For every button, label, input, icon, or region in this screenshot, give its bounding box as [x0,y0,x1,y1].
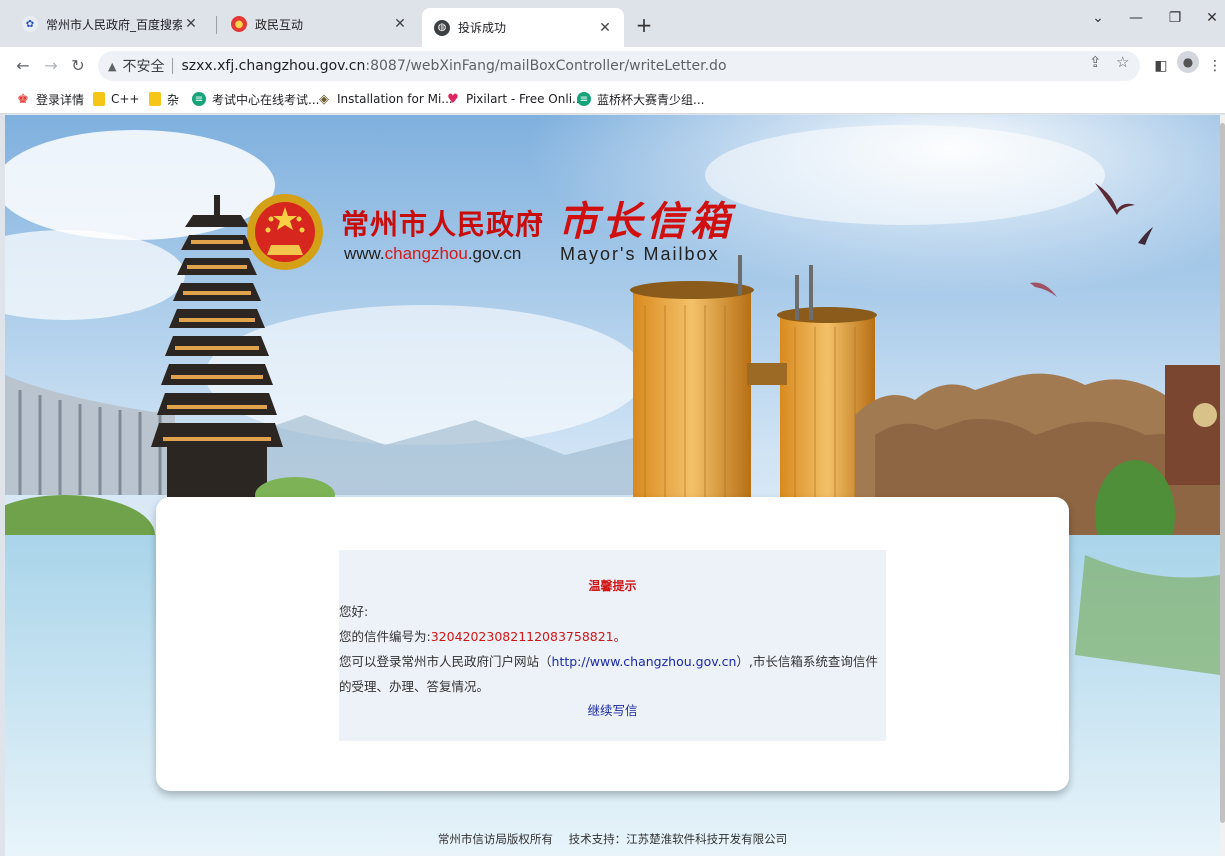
english-subtitle: Mayor's Mailbox [560,244,720,264]
letter-number-line: 您的信件编号为:320420230821120837588​21。 [339,629,627,644]
site-url: www.changzhou.gov.cn [344,244,522,263]
bookmark-star-icon[interactable]: ☆ [1116,53,1129,71]
diamond-icon: ◈ [319,91,329,107]
info-line-2: 的受理、办理、答复情况。 [339,679,490,694]
red-person-icon: ♚ [17,91,29,107]
baidu-paw-icon: ✿ [22,16,38,32]
share-icon[interactable]: ⇪ [1089,53,1102,71]
heart-icon: ♥ [447,91,459,107]
green-exam-icon: ≡ [577,92,591,106]
tab-baidu-search[interactable]: ✿ 常州市人民政府_百度搜索 ✕ [10,8,210,40]
tab-complaint-success[interactable]: ◍ 投诉成功 ✕ [422,8,624,47]
close-icon[interactable]: ✕ [182,15,200,33]
notice-panel: 温馨提示 您好: 您的信件编号为:320420230821120837588​2… [339,550,886,741]
url-host: szxx.xfj.changzhou.gov.cn [181,58,366,74]
minimize-button[interactable]: — [1121,10,1151,26]
footer-copyright: 常州市信访局版权所有 [437,832,553,846]
tab-strip: ✿ 常州市人民政府_百度搜索 ✕ ● 政民互动 ✕ ◍ 投诉成功 ✕ + ⌄ —… [0,0,1225,47]
result-card: 温馨提示 您好: 您的信件编号为:320420230821120837588​2… [156,497,1069,791]
portal-link[interactable]: http://www.changzhou.gov.cn [552,654,737,669]
tab-separator [216,16,217,34]
emblem-icon: ● [231,16,247,32]
omnibox-divider [172,58,174,74]
globe-icon: ◍ [434,19,450,36]
title-separator-dot: · [533,203,544,236]
mayors-mailbox-calligraphy: 市长信箱 [558,198,734,245]
letter-number-value: 320420230821120837588​21 [430,629,614,644]
bookmark-pixilart[interactable]: ♥ Pixilart - Free Onli... [446,90,583,108]
bookmark-exam-center[interactable]: ≡ 考试中心在线考试... [192,90,319,108]
tab-zhengmin-hudong[interactable]: ● 政民互动 ✕ [219,8,419,40]
close-icon[interactable]: ✕ [596,19,614,37]
continue-writing-link[interactable]: 继续写信 [339,700,886,719]
side-panel-icon[interactable]: ◧ [1151,56,1171,76]
page-viewport: 常州市人民政府 · 市长信箱 www.changzhou.gov.cn Mayo… [5,115,1220,856]
page-title: 常州市人民政府 [341,208,545,241]
back-button[interactable]: ← [12,54,34,76]
profile-avatar[interactable]: ● [1177,51,1199,73]
greeting-text: 您好: [339,604,369,619]
green-exam-icon: ≡ [192,92,206,106]
bookmark-lanqiao[interactable]: ≡ 蓝桥杯大赛青少组... [577,90,704,108]
folder-icon [93,92,105,106]
footer-support: 技术支持：江苏楚淮软件科技开发有限公司 [568,832,788,846]
scrollbar-thumb[interactable] [1220,123,1225,823]
info-line: 您可以登录常州市人民政府门户网站（http://www.changzhou.go… [339,654,878,669]
close-window-button[interactable]: ✕ [1197,10,1225,26]
restore-button[interactable]: ❐ [1160,10,1190,26]
bookmark-installation[interactable]: ◈ Installation for Mi... [317,90,453,108]
bookmarks-bar: ♚ 登录详情 C++ 杂 ≡ 考试中心在线考试... ◈ Installatio… [0,84,1225,114]
bookmark-folder-misc[interactable]: 杂 [149,90,179,108]
close-icon[interactable]: ✕ [391,15,409,33]
tab-search-chevron-icon[interactable]: ⌄ [1083,10,1113,26]
reload-button[interactable]: ↻ [67,54,89,76]
new-tab-button[interactable]: + [632,13,656,37]
folder-icon [149,92,161,106]
browser-toolbar: ← → ↻ ▲ 不安全 szxx.xfj.changzhou.gov.cn:80… [0,47,1225,84]
warning-triangle-icon: ▲ [108,59,117,73]
bookmark-folder-cpp[interactable]: C++ [93,90,140,108]
security-label[interactable]: 不安全 [122,56,164,76]
page-footer: 常州市信访局版权所有 技术支持：江苏楚淮软件科技开发有限公司 [5,831,1220,847]
bookmark-login-details[interactable]: ♚ 登录详情 [16,90,84,108]
page-scrollbar[interactable] [1220,115,1225,856]
menu-dots-icon[interactable]: ⋮ [1205,56,1225,76]
address-bar[interactable]: ▲ 不安全 szxx.xfj.changzhou.gov.cn:8087/web… [98,51,1140,81]
forward-button[interactable]: → [40,54,62,76]
notice-title: 温馨提示 [588,579,637,593]
url-path: :8087/webXinFang/mailBoxController/write… [365,58,727,74]
